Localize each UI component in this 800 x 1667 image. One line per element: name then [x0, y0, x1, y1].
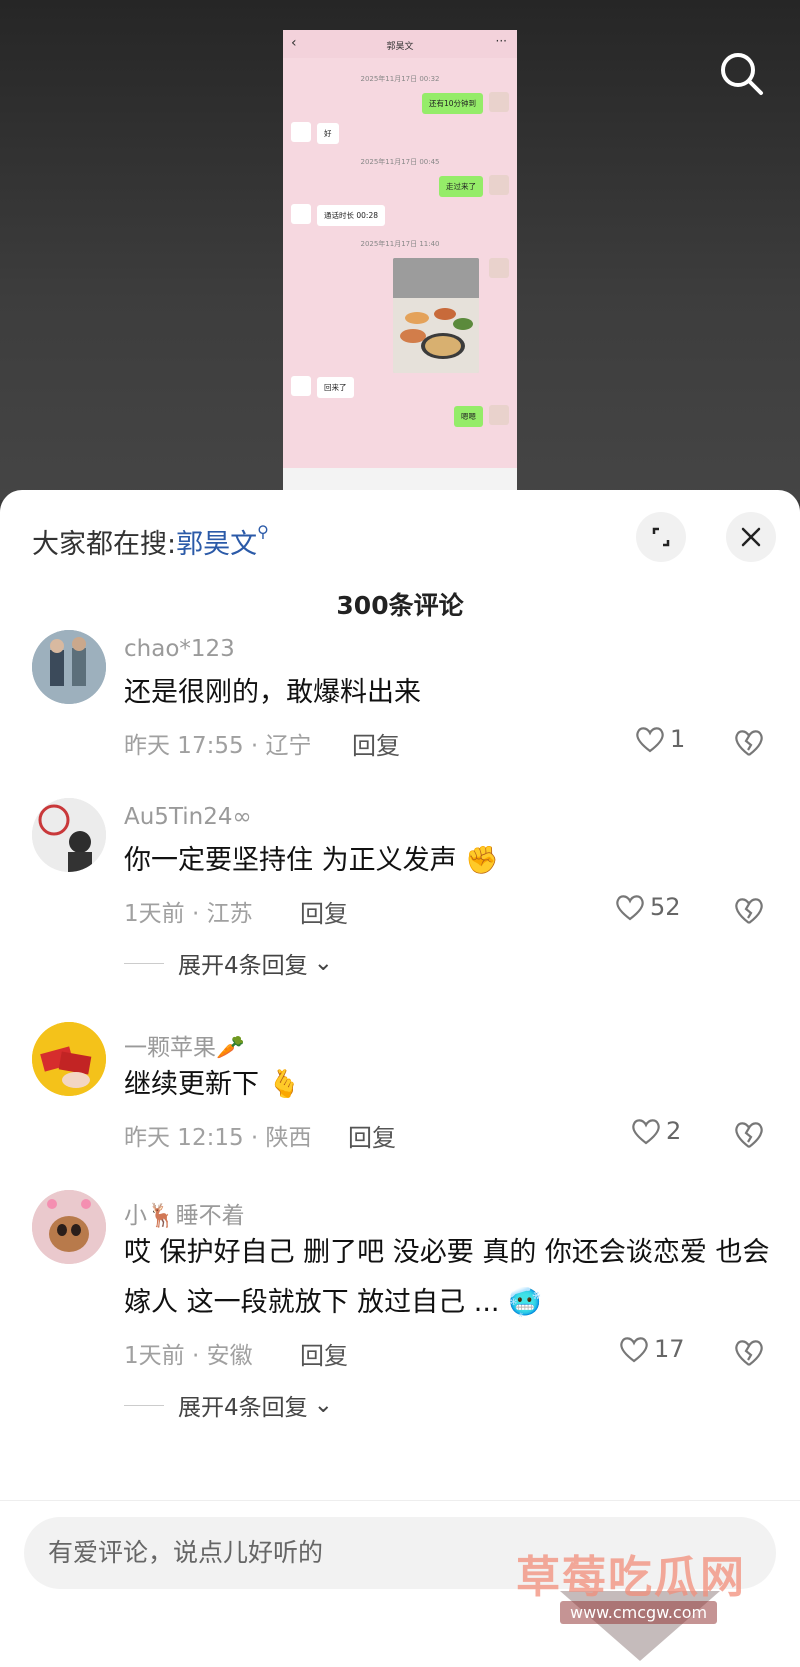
comment-text[interactable]: 继续更新下 🫰 [124, 1060, 774, 1110]
like-button[interactable]: 52 [614, 892, 681, 922]
avatar[interactable] [32, 1190, 106, 1264]
expand-icon[interactable] [636, 512, 686, 562]
like-count: 1 [670, 725, 686, 753]
chat-avatar [291, 376, 311, 396]
chat-screenshot: ‹ 郭昊文 ··· 2025年11月17日 00:32 还有10分钟到 好 20… [283, 30, 517, 496]
comment-meta: 1天前 · 安徽 [124, 1343, 253, 1369]
chat-bubble: 通话时长 00:28 [317, 205, 385, 226]
reply-button[interactable]: 回复 [300, 894, 348, 929]
comment-meta: 昨天 17:55 · 辽宁 [124, 733, 312, 759]
comments-sheet: 大家都在搜:郭昊文⚲ 300条评论 chao*123 还是很刚的，敢爆料出来 昨… [0, 490, 800, 1667]
divider [124, 1404, 164, 1406]
comment-meta: 昨天 12:15 · 陕西 [124, 1125, 312, 1151]
search-small-icon: ⚲ [257, 522, 269, 541]
expand-replies-label: 展开4条回复 [178, 1395, 308, 1421]
broken-heart-icon[interactable] [732, 894, 766, 928]
like-count: 52 [650, 893, 681, 921]
reply-button[interactable]: 回复 [348, 1118, 396, 1153]
chat-bubble: 走过来了 [439, 176, 483, 197]
expand-replies-button[interactable]: 展开4条回复 ⌄ [124, 946, 333, 980]
avatar[interactable] [32, 798, 106, 872]
reply-button[interactable]: 回复 [352, 726, 400, 761]
expand-replies-label: 展开4条回复 [178, 953, 308, 979]
comment-meta: 1天前 · 江苏 [124, 901, 253, 927]
heart-icon [632, 1119, 660, 1145]
comment-username[interactable]: Au5Tin24∞ [124, 804, 252, 830]
chat-bubble: 嗯嗯 [454, 406, 483, 427]
chat-bubble: 还有10分钟到 [421, 93, 483, 114]
video-area[interactable]: ‹ 郭昊文 ··· 2025年11月17日 00:32 还有10分钟到 好 20… [0, 0, 800, 500]
comment-text[interactable]: 你一定要坚持住 为正义发声 ✊ [124, 836, 774, 886]
avatar[interactable] [32, 630, 106, 704]
chat-avatar [489, 258, 509, 278]
like-button[interactable]: 2 [630, 1116, 681, 1146]
broken-heart-icon[interactable] [732, 1118, 766, 1152]
chat-timestamp: 2025年11月17日 00:32 [360, 75, 440, 83]
chevron-down-icon: ⌄ [313, 1392, 333, 1418]
comment-username[interactable]: 一颗苹果🥕 [124, 1028, 245, 1062]
chat-avatar [489, 405, 509, 425]
divider [124, 962, 164, 964]
watermark-url: www.cmcgw.com [560, 1601, 718, 1624]
comment-username[interactable]: chao*123 [124, 636, 235, 662]
broken-heart-icon[interactable] [732, 726, 766, 760]
avatar[interactable] [32, 1022, 106, 1096]
chat-header: ‹ 郭昊文 ··· [283, 30, 517, 58]
chat-avatar [489, 175, 509, 195]
search-suggestion[interactable]: 大家都在搜:郭昊文⚲ [32, 522, 269, 561]
chat-bubble: 好 [317, 123, 339, 144]
heart-icon [620, 1337, 648, 1363]
search-suggestion-keyword[interactable]: 郭昊文 [176, 529, 257, 560]
search-icon[interactable] [712, 44, 772, 104]
search-suggestion-prefix: 大家都在搜: [32, 529, 177, 560]
chat-title: 郭昊文 [386, 42, 414, 52]
more-icon: ··· [495, 34, 507, 48]
comment-username[interactable]: 小🦌睡不着 [124, 1196, 245, 1230]
chat-timestamp: 2025年11月17日 11:40 [360, 240, 440, 248]
heart-icon [616, 895, 644, 921]
chat-avatar [291, 122, 311, 142]
like-count: 17 [654, 1335, 685, 1363]
food-photo [393, 258, 479, 373]
chat-timestamp: 2025年11月17日 00:45 [360, 158, 440, 166]
like-count: 2 [666, 1117, 682, 1145]
comment-text[interactable]: 哎 保护好自己 删了吧 没必要 真的 你还会谈恋爱 也会嫁人 这一段就放下 放过… [124, 1228, 774, 1328]
chat-avatar [489, 92, 509, 112]
chat-avatar [291, 204, 311, 224]
watermark-text: 草莓吃瓜网 [516, 1552, 746, 1603]
reply-button[interactable]: 回复 [300, 1336, 348, 1371]
broken-heart-icon[interactable] [732, 1336, 766, 1370]
comment-input-bar: 有爱评论，说点儿好听的 草莓吃瓜网 www.cmcgw.com [0, 1500, 800, 1667]
close-icon[interactable] [726, 512, 776, 562]
like-button[interactable]: 17 [618, 1334, 685, 1364]
comment-count: 300条评论 [336, 591, 464, 620]
heart-icon [636, 727, 664, 753]
chat-bubble: 回来了 [317, 377, 354, 398]
expand-replies-button[interactable]: 展开4条回复 ⌄ [124, 1388, 333, 1422]
comment-text[interactable]: 还是很刚的，敢爆料出来 [124, 668, 774, 718]
chevron-down-icon: ⌄ [313, 950, 333, 976]
like-button[interactable]: 1 [634, 724, 685, 754]
